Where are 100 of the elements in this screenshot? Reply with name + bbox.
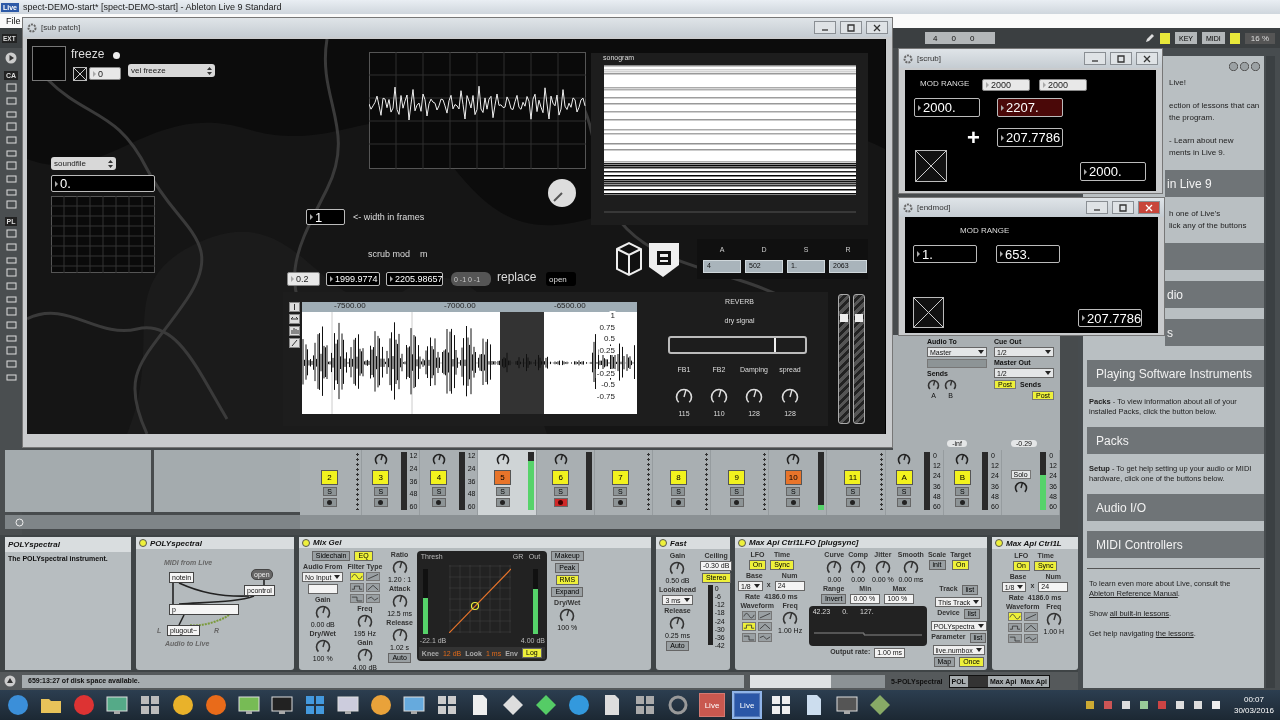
category-icon[interactable] xyxy=(5,346,17,356)
pan-knob[interactable] xyxy=(955,453,970,467)
help-section-button[interactable]: in Live 9 xyxy=(1165,170,1264,197)
slider-thumb[interactable] xyxy=(773,338,776,352)
category-icon[interactable] xyxy=(5,161,17,171)
shape-button[interactable] xyxy=(349,572,364,581)
shape-button[interactable] xyxy=(742,633,757,642)
window-icon[interactable] xyxy=(237,693,261,717)
track-activator[interactable]: B xyxy=(953,470,971,485)
pencil-tool-icon[interactable] xyxy=(289,338,300,348)
track-activator[interactable]: 10 xyxy=(784,470,802,485)
number-box[interactable]: 2000 xyxy=(982,79,1030,91)
send-knob[interactable] xyxy=(944,379,957,392)
knob[interactable] xyxy=(826,560,843,576)
move-tool-icon[interactable] xyxy=(289,314,300,324)
number-field[interactable] xyxy=(307,584,338,594)
maximize-button[interactable] xyxy=(1112,201,1134,214)
track-activator[interactable]: 4 xyxy=(430,470,448,485)
number-box[interactable]: 2000. xyxy=(1080,162,1146,181)
knob[interactable] xyxy=(391,628,408,644)
diamond-icon[interactable] xyxy=(501,693,525,717)
arm-button[interactable] xyxy=(373,498,388,507)
slider-thumb[interactable] xyxy=(855,314,863,323)
shape-button[interactable] xyxy=(349,583,364,592)
knob[interactable] xyxy=(669,561,686,577)
shape-button[interactable] xyxy=(1023,634,1038,643)
close-button[interactable] xyxy=(1138,201,1160,214)
category-icon[interactable] xyxy=(5,135,17,145)
track-activator[interactable]: A xyxy=(895,470,913,485)
position-display[interactable]: 4 0 0 xyxy=(924,32,995,44)
track-activator[interactable]: 3 xyxy=(372,470,390,485)
arm-button[interactable] xyxy=(786,498,801,507)
pan-knob[interactable] xyxy=(495,453,510,467)
tray-icon[interactable] xyxy=(1083,699,1096,711)
minimize-button[interactable] xyxy=(1086,201,1108,214)
category-icon[interactable] xyxy=(5,187,17,197)
power-icon[interactable] xyxy=(659,539,667,547)
tray-icon[interactable] xyxy=(1119,699,1132,711)
knob[interactable] xyxy=(314,639,331,655)
track-activator[interactable]: 7 xyxy=(611,470,629,485)
knob[interactable] xyxy=(669,616,686,632)
grid-icon[interactable] xyxy=(138,693,162,717)
knob[interactable] xyxy=(902,560,919,576)
category-icon[interactable] xyxy=(5,359,17,369)
arm-button[interactable] xyxy=(671,498,686,507)
category-icon[interactable] xyxy=(5,242,17,252)
help-section-button[interactable]: Packs xyxy=(1087,427,1264,454)
help-section-button[interactable]: Audio I/O xyxy=(1087,494,1264,521)
taskbar-button[interactable]: Live xyxy=(734,693,760,717)
shape-button[interactable] xyxy=(742,622,757,631)
number-box[interactable]: 2207. xyxy=(997,98,1063,117)
send-knob[interactable] xyxy=(927,379,940,392)
knob[interactable] xyxy=(559,608,576,624)
number-box[interactable]: 2000 xyxy=(1039,79,1087,91)
knob[interactable] xyxy=(391,594,408,610)
toggle[interactable] xyxy=(913,297,944,328)
shape-button[interactable] xyxy=(349,594,364,603)
arm-button[interactable] xyxy=(955,498,970,507)
maximize-button[interactable] xyxy=(1110,52,1132,65)
terminal-icon[interactable] xyxy=(270,693,294,717)
vertical-slider[interactable] xyxy=(853,294,865,424)
start-orb[interactable] xyxy=(6,693,30,717)
toggle[interactable] xyxy=(73,67,87,81)
shape-button[interactable] xyxy=(365,572,380,581)
category-icon[interactable] xyxy=(5,320,17,330)
track-activator[interactable]: 2 xyxy=(321,470,339,485)
arm-button[interactable] xyxy=(845,498,860,507)
circle-icon[interactable] xyxy=(15,517,24,527)
arm-button[interactable] xyxy=(431,498,446,507)
arm-button[interactable] xyxy=(897,498,912,507)
number-box[interactable]: 1 xyxy=(306,209,345,225)
arm-button[interactable] xyxy=(322,498,337,507)
category-icon[interactable] xyxy=(5,281,17,291)
monitor-icon[interactable] xyxy=(835,693,859,717)
monitor-icon[interactable] xyxy=(105,693,129,717)
shape-button[interactable] xyxy=(365,594,380,603)
knob[interactable] xyxy=(314,605,331,621)
number-box[interactable]: 0 xyxy=(89,67,121,80)
number-box[interactable]: 0. xyxy=(51,175,155,192)
help-section-button[interactable]: Playing Software Instruments xyxy=(1087,360,1264,387)
overview-bar[interactable] xyxy=(750,674,885,688)
power-icon[interactable] xyxy=(302,538,310,547)
arm-button[interactable] xyxy=(613,498,628,507)
knob[interactable] xyxy=(1045,612,1062,628)
category-icon[interactable] xyxy=(5,83,17,93)
category-icon[interactable] xyxy=(5,200,17,210)
track-activator[interactable]: 11 xyxy=(844,470,862,485)
category-icon[interactable] xyxy=(5,294,17,304)
track-activator[interactable]: 5 xyxy=(494,470,512,485)
category-icon[interactable] xyxy=(5,174,17,184)
vertical-slider[interactable] xyxy=(838,294,850,424)
power-icon[interactable] xyxy=(139,539,147,547)
arm-button[interactable] xyxy=(729,498,744,507)
toggle[interactable] xyxy=(915,150,947,182)
number-box[interactable]: 1999.9774 xyxy=(326,272,380,286)
dial[interactable] xyxy=(547,178,577,208)
help-section-button[interactable]: MIDI Controllers xyxy=(1087,531,1264,558)
shape-button[interactable] xyxy=(758,622,773,631)
shape-button[interactable] xyxy=(1007,634,1022,643)
category-icon[interactable] xyxy=(5,255,17,265)
